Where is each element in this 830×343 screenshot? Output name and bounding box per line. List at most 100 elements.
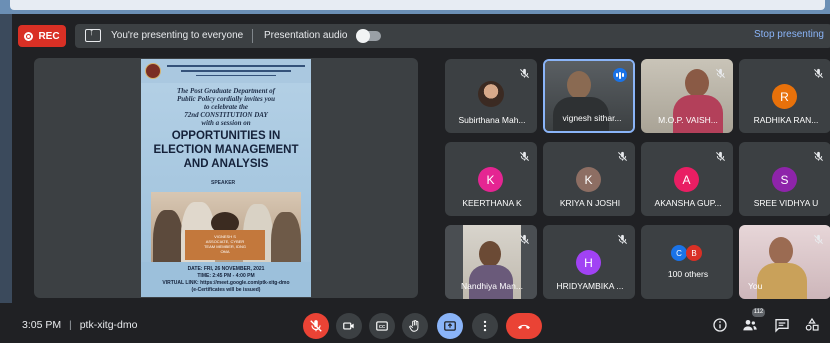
more-vertical-icon [483, 320, 487, 332]
participant-tile[interactable]: H HRIDYAMBIKA ... [543, 225, 635, 299]
more-options-button[interactable] [472, 313, 498, 339]
invite-line: with a session on [201, 119, 251, 127]
svg-text:CC: CC [379, 324, 386, 329]
participant-tile[interactable]: S SREE VIDHYA U [739, 142, 830, 216]
participant-count-badge: 112 [752, 308, 765, 317]
event-date: DATE: FRI, 26 NOVEMBER, 2021 [187, 266, 265, 272]
speaker-details: VIGNESH S ASSOCIATE, CYBER TEAM MEMBER, … [189, 234, 261, 254]
stop-presenting-button[interactable]: Stop presenting [754, 29, 824, 40]
speaking-indicator-icon [613, 68, 627, 82]
hand-icon [409, 319, 419, 332]
participant-avatar: K [478, 167, 503, 192]
college-logo-icon [145, 63, 161, 79]
participant-photo [478, 81, 504, 107]
participant-name: You [748, 281, 763, 291]
participant-name: AKANSHA GUP... [654, 198, 722, 208]
microphone-button[interactable] [303, 313, 329, 339]
others-avatar: C [671, 245, 687, 261]
participant-tile[interactable]: A AKANSHA GUP... [641, 142, 733, 216]
muted-mic-icon [617, 232, 628, 244]
title-line: ELECTION MANAGEMENT [153, 144, 299, 156]
desktop-left-edge [0, 14, 12, 343]
poster-speaker-label: SPEAKER [211, 180, 236, 186]
participant-tile[interactable]: R RADHIKA RAN... [739, 59, 830, 133]
presenting-bar: You're presenting to everyone Presentati… [75, 24, 830, 48]
poster-speaker-box: VIGNESH S ASSOCIATE, CYBER TEAM MEMBER, … [185, 230, 265, 260]
muted-mic-icon [813, 66, 824, 78]
participant-tile[interactable]: K KRIYA N JOSHI [543, 142, 635, 216]
current-time: 3:05 PM [22, 319, 62, 331]
title-line: AND ANALYSIS [183, 158, 269, 170]
participant-name: KRIYA N JOSHI [559, 198, 621, 208]
raise-hand-button[interactable] [402, 313, 428, 339]
browser-top-strip [0, 0, 830, 14]
participant-tile[interactable]: K KEERTHANA K [445, 142, 537, 216]
poster-invite-text: The Post Graduate Department of Public P… [151, 87, 301, 127]
participant-avatar: A [674, 167, 699, 192]
participant-name: HRIDYAMBIKA ... [556, 281, 624, 291]
presenting-banner: REC You're presenting to everyone Presen… [12, 18, 830, 52]
poster-event-details: DATE: FRI, 26 NOVEMBER, 2021 TIME: 2:45 … [141, 262, 311, 297]
recording-indicator[interactable]: REC [18, 25, 66, 47]
participant-name: SREE VIDHYA U [753, 198, 819, 208]
title-line: OPPORTUNITIES IN [171, 130, 281, 142]
info-icon[interactable] [712, 317, 728, 333]
presenting-message: You're presenting to everyone [111, 30, 244, 41]
muted-mic-icon [519, 232, 530, 244]
camera-button[interactable] [336, 313, 362, 339]
present-icon [444, 321, 456, 331]
participant-tile[interactable]: vignesh sithar... [543, 59, 635, 133]
hang-up-icon [518, 324, 530, 329]
meeting-info-separator: | [69, 319, 72, 331]
poster-header-line [181, 70, 291, 72]
chat-icon[interactable] [774, 317, 790, 333]
meeting-code: ptk-xitg-dmo [79, 319, 138, 331]
poster-title: OPPORTUNITIES IN ELECTION MANAGEMENT AND… [145, 129, 307, 171]
participant-tile[interactable]: Nandhiya Man... [445, 225, 537, 299]
poster-header-line [167, 65, 305, 67]
muted-mic-icon [715, 66, 726, 78]
camera-icon [343, 322, 354, 330]
participant-avatar: S [772, 167, 797, 192]
presentation-audio-label: Presentation audio [264, 30, 348, 41]
participant-avatar: H [576, 250, 601, 275]
banner-divider [252, 29, 253, 43]
event-link: VIRTUAL LINK: https://meet.google.com/pt… [162, 280, 290, 286]
participant-name: 100 others [667, 269, 709, 279]
presentation-audio-toggle[interactable] [356, 29, 381, 43]
activities-icon[interactable] [804, 317, 820, 333]
invite-line: The Post Graduate Department of [177, 87, 275, 95]
browser-top-bar [10, 0, 825, 10]
poster-header-line [196, 75, 276, 76]
captions-button[interactable]: CC [369, 313, 395, 339]
participant-tile[interactable]: You [739, 225, 830, 299]
participant-name: KEERTHANA K [462, 198, 522, 208]
meeting-info: 3:05 PM | ptk-xitg-dmo [22, 319, 137, 331]
mic-off-icon [310, 320, 322, 332]
participant-name: Subirthana Mah... [458, 115, 526, 125]
poster-header [141, 59, 311, 83]
invite-line: 72nd CONSTITUTION DAY [184, 111, 268, 119]
participant-name: RADHIKA RAN... [753, 115, 819, 125]
present-now-button[interactable] [437, 313, 463, 339]
participant-avatar: R [772, 84, 797, 109]
participant-avatar: K [576, 167, 601, 192]
invite-line: Public Policy cordially invites you [177, 95, 275, 103]
participant-tile[interactable]: Subirthana Mah... [445, 59, 537, 133]
event-certificates: (e-Certificates will be issued) [191, 287, 261, 293]
muted-mic-icon [813, 149, 824, 161]
others-tile[interactable]: C B 100 others [641, 225, 733, 299]
participant-name: M.O.P. VAISH... [658, 115, 718, 125]
speaker-line: OMA [220, 249, 230, 254]
invite-line: to celebrate the [204, 103, 248, 111]
muted-mic-icon [519, 66, 530, 78]
muted-mic-icon [519, 149, 530, 161]
bottom-toolbar: 3:05 PM | ptk-xitg-dmo CC 112 [0, 303, 830, 343]
event-time: TIME: 2:45 PM - 4:00 PM [197, 273, 255, 279]
participant-tile[interactable]: M.O.P. VAISH... [641, 59, 733, 133]
others-avatar: B [686, 245, 702, 261]
recording-label: REC [38, 30, 60, 42]
people-icon[interactable] [742, 317, 758, 333]
leave-call-button[interactable] [506, 313, 542, 339]
muted-mic-icon [617, 149, 628, 161]
